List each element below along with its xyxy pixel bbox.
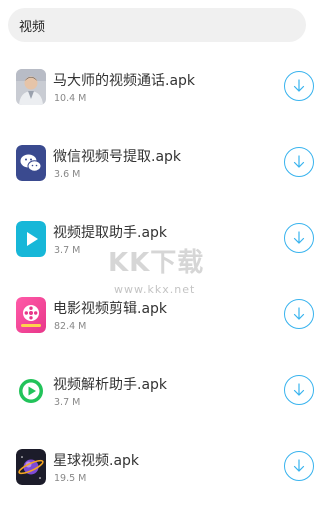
person-photo-icon bbox=[16, 69, 46, 105]
wechat-icon bbox=[16, 145, 46, 181]
list-item[interactable]: 视频提取助手.apk 3.7 M bbox=[0, 202, 330, 278]
file-name: 微信视频号提取.apk bbox=[53, 149, 182, 165]
list-item[interactable]: 马大师的视频通话.apk 10.4 M bbox=[0, 50, 330, 126]
download-arrow-icon bbox=[293, 231, 305, 244]
file-name: 视频提取助手.apk bbox=[53, 225, 168, 241]
download-arrow-icon bbox=[293, 79, 305, 92]
list-item[interactable]: 星球视频.apk 19.5 M bbox=[0, 430, 330, 506]
file-name: 电影视频剪辑.apk bbox=[53, 301, 168, 317]
download-arrow-icon bbox=[293, 307, 305, 320]
play-icon bbox=[16, 221, 46, 257]
search-input-value: 视频 bbox=[19, 19, 46, 35]
file-name: 马大师的视频通话.apk bbox=[53, 73, 196, 89]
green-play-icon bbox=[16, 373, 46, 409]
download-button[interactable] bbox=[284, 299, 314, 329]
list-item[interactable]: 微信视频号提取.apk 3.6 M bbox=[0, 126, 330, 202]
film-reel-icon bbox=[16, 297, 46, 333]
download-arrow-icon bbox=[293, 155, 305, 168]
file-size: 19.5 M bbox=[54, 473, 87, 484]
search-input[interactable]: 视频 bbox=[8, 8, 306, 42]
file-size: 10.4 M bbox=[54, 93, 87, 104]
download-button[interactable] bbox=[284, 451, 314, 481]
file-size: 82.4 M bbox=[54, 321, 87, 332]
file-name: 星球视频.apk bbox=[53, 453, 140, 469]
list-item[interactable]: 电影视频剪辑.apk 82.4 M bbox=[0, 278, 330, 354]
download-button[interactable] bbox=[284, 147, 314, 177]
file-size: 3.7 M bbox=[54, 245, 81, 256]
planet-icon bbox=[16, 449, 46, 485]
file-name: 视频解析助手.apk bbox=[53, 377, 168, 393]
download-arrow-icon bbox=[293, 459, 305, 472]
file-size: 3.7 M bbox=[54, 397, 81, 408]
file-size: 3.6 M bbox=[54, 169, 81, 180]
download-button[interactable] bbox=[284, 71, 314, 101]
list-item[interactable]: 视频解析助手.apk 3.7 M bbox=[0, 354, 330, 430]
download-button[interactable] bbox=[284, 223, 314, 253]
download-arrow-icon bbox=[293, 383, 305, 396]
download-button[interactable] bbox=[284, 375, 314, 405]
